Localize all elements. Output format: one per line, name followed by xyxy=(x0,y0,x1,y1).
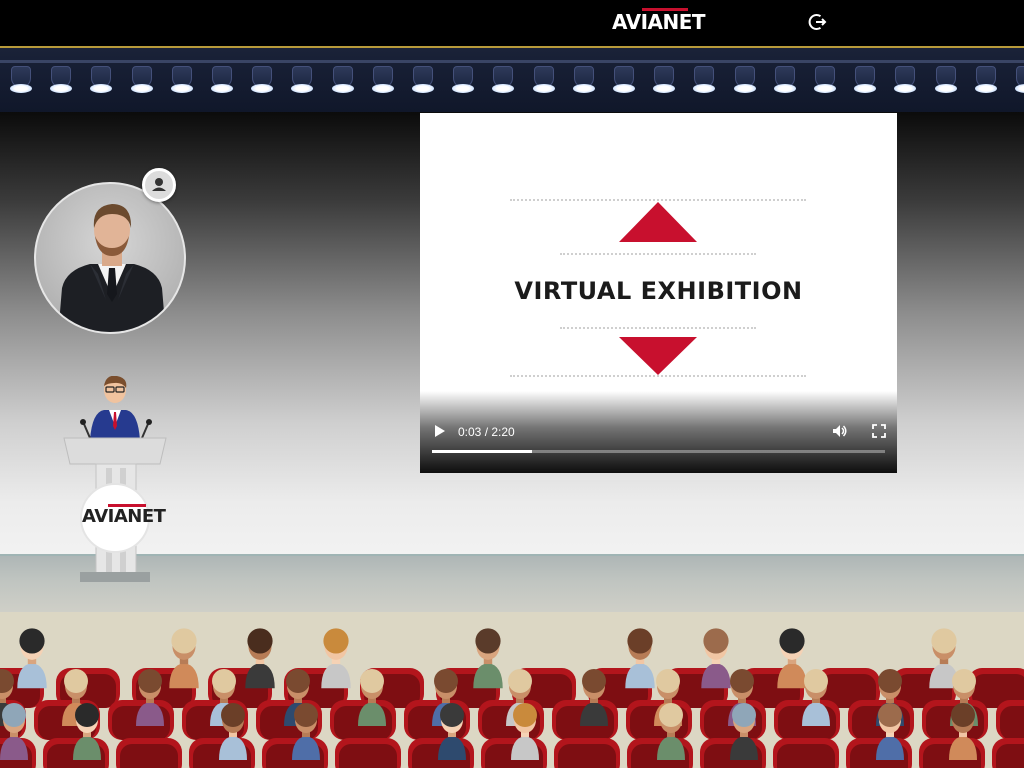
auditorium-seat xyxy=(992,738,1024,768)
time-display: 0:03 / 2:20 xyxy=(458,425,515,439)
stage-light xyxy=(531,62,557,98)
triangle-up-shape xyxy=(619,202,697,242)
stage-light xyxy=(852,62,878,98)
stage-light xyxy=(732,62,758,98)
podium-logo-text: AVIANET xyxy=(82,506,166,527)
slide-divider xyxy=(560,253,756,255)
stage-light xyxy=(772,62,798,98)
podium-logo: AVIANET xyxy=(82,504,166,527)
stage-light xyxy=(973,62,999,98)
stage-light xyxy=(249,62,275,98)
stage-light xyxy=(48,62,74,98)
logo-accent-bar xyxy=(108,504,146,507)
stage-light xyxy=(169,62,195,98)
stage-light xyxy=(330,62,356,98)
fullscreen-icon[interactable] xyxy=(872,424,886,438)
auditorium-seat xyxy=(116,738,182,768)
slide-divider xyxy=(560,327,756,329)
logo-accent-bar xyxy=(642,8,688,11)
stage-light xyxy=(651,62,677,98)
stage-light xyxy=(129,62,155,98)
stage-light xyxy=(88,62,114,98)
stage-light-rig xyxy=(0,48,1024,112)
slide-title: VIRTUAL EXHIBITION xyxy=(514,277,803,305)
stage-light xyxy=(209,62,235,98)
stage-light xyxy=(611,62,637,98)
stage-light xyxy=(812,62,838,98)
stage-light xyxy=(933,62,959,98)
user-icon xyxy=(152,178,166,191)
audience-member xyxy=(245,628,275,689)
audience-member xyxy=(473,628,503,689)
header-logo-text: AVIANET xyxy=(612,10,706,34)
auditorium-seat xyxy=(773,738,839,768)
audience-member xyxy=(701,628,731,689)
audience-seating xyxy=(0,628,1024,768)
stage-light xyxy=(571,62,597,98)
triangle-down-shape xyxy=(619,337,697,375)
auditorium-seat xyxy=(554,738,620,768)
volume-icon[interactable] xyxy=(832,423,848,439)
stage-light xyxy=(289,62,315,98)
speaker-portrait xyxy=(58,204,166,332)
video-player[interactable]: VIRTUAL EXHIBITION 0:03 / 2:20 xyxy=(420,113,897,473)
stage-light xyxy=(691,62,717,98)
audience-member xyxy=(169,628,199,689)
stage-light xyxy=(1013,62,1024,98)
progress-track[interactable] xyxy=(432,450,885,453)
stage-light xyxy=(490,62,516,98)
user-button[interactable] xyxy=(142,168,176,202)
speaker-avatar[interactable] xyxy=(34,182,186,334)
header-logo: AVIANET xyxy=(612,8,706,34)
auditorium-seat xyxy=(996,700,1024,740)
power-icon[interactable] xyxy=(808,12,828,32)
audience-member xyxy=(321,628,351,689)
play-icon[interactable] xyxy=(434,424,446,438)
stage-light xyxy=(370,62,396,98)
stage-light xyxy=(450,62,476,98)
audience-member xyxy=(625,628,655,689)
stage-light xyxy=(8,62,34,98)
podium xyxy=(63,376,167,582)
progress-fill xyxy=(432,450,532,453)
slide-divider xyxy=(510,375,806,377)
top-bar: AVIANET xyxy=(0,0,1024,48)
stage-light xyxy=(892,62,918,98)
audience-member xyxy=(17,628,47,689)
auditorium-seat xyxy=(335,738,401,768)
stage-light xyxy=(410,62,436,98)
audience-member xyxy=(777,628,807,689)
slide-divider xyxy=(510,199,806,201)
